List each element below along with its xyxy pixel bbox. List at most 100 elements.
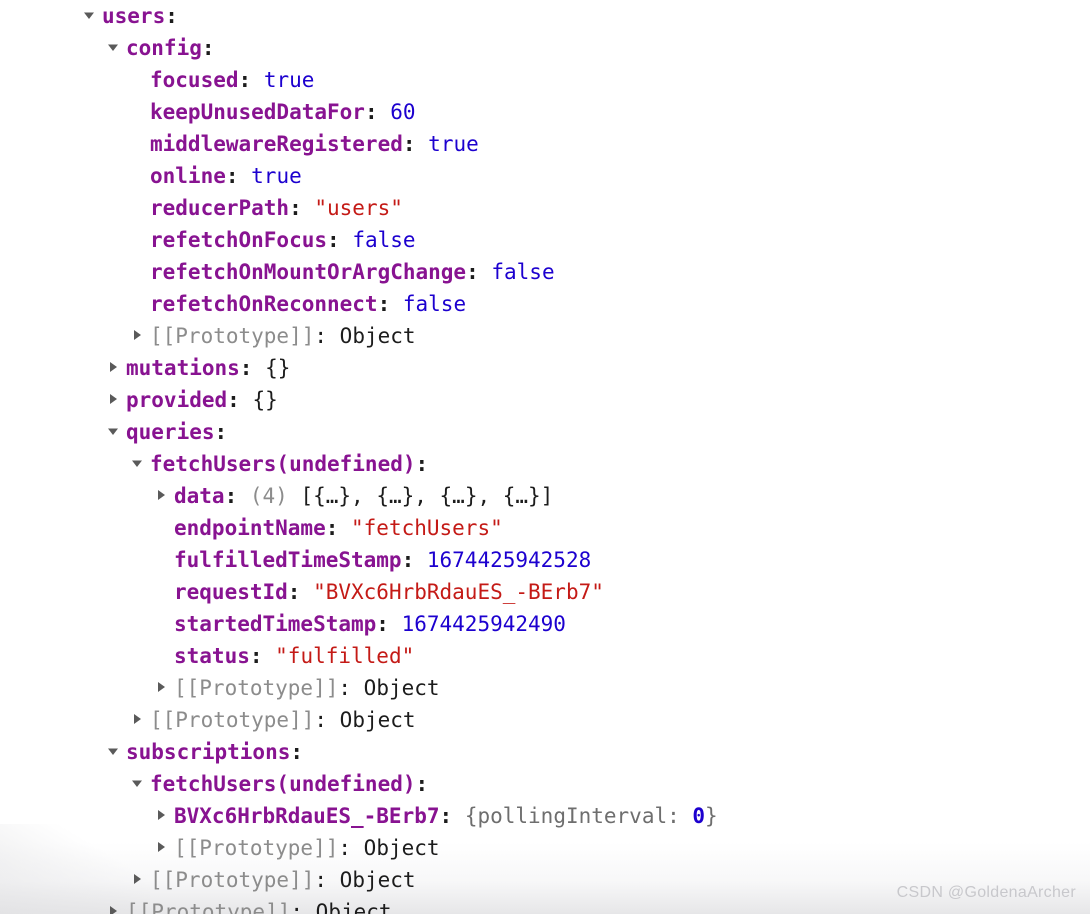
property-value-string: "users"	[314, 196, 403, 220]
object-preview-prefix: {pollingInterval:	[464, 804, 693, 828]
object-preview-value: 0	[692, 804, 706, 828]
tree-row-query-fetchUsers-prototype[interactable]: [[Prototype]]: Object	[0, 672, 1090, 704]
key-value-separator: :	[239, 356, 266, 380]
property-value-number: 1674425942490	[401, 612, 566, 636]
key-value-separator: :	[224, 484, 250, 508]
property-key: mutations	[126, 356, 240, 380]
tree-row-endpointName[interactable]: endpointName: "fetchUsers"	[0, 512, 1090, 544]
tree-row-middlewareRegistered[interactable]: middlewareRegistered: true	[0, 128, 1090, 160]
property-value-string: "BVXc6HrbRdauES_-BErb7"	[313, 580, 604, 604]
tree-row-subscriptions-fetchUsers-prototype[interactable]: [[Prototype]]: Object	[0, 832, 1090, 864]
triangle-right-icon[interactable]	[106, 360, 126, 374]
property-key: middlewareRegistered	[150, 132, 403, 156]
triangle-right-icon[interactable]	[154, 680, 174, 694]
triangle-right-icon[interactable]	[106, 904, 126, 914]
property-key: subscriptions	[126, 740, 291, 764]
tree-row-subscriptions-fetchUsers[interactable]: fetchUsers(undefined):	[0, 768, 1090, 800]
property-key: fetchUsers(undefined)	[150, 452, 416, 476]
key-value-separator: :	[287, 580, 314, 604]
tree-row-users[interactable]: users:	[0, 0, 1090, 32]
tree-row-online[interactable]: online: true	[0, 160, 1090, 192]
property-key: config	[126, 36, 202, 60]
key-value-separator: :	[338, 836, 364, 860]
property-key: endpointName	[174, 516, 326, 540]
triangle-down-icon[interactable]	[130, 456, 150, 470]
property-value-string: "fetchUsers"	[351, 516, 503, 540]
triangle-right-icon[interactable]	[106, 392, 126, 406]
prototype-label: [[Prototype]]	[174, 836, 339, 860]
key-value-separator: :	[314, 324, 340, 348]
tree-row-keepUnusedDataFor[interactable]: keepUnusedDataFor: 60	[0, 96, 1090, 128]
tree-row-refetchOnReconnect[interactable]: refetchOnReconnect: false	[0, 288, 1090, 320]
property-key: online	[150, 164, 226, 188]
property-key: refetchOnMountOrArgChange	[150, 260, 467, 284]
property-key: fulfilledTimeStamp	[174, 548, 402, 572]
tree-row-data[interactable]: data: (4) [{…}, {…}, {…}, {…}]	[0, 480, 1090, 512]
triangle-right-icon[interactable]	[154, 840, 174, 854]
tree-row-subscriptions[interactable]: subscriptions:	[0, 736, 1090, 768]
key-value-separator: :	[225, 164, 252, 188]
key-value-separator: :	[227, 388, 253, 412]
property-value-boolean: false	[491, 260, 555, 284]
property-value-boolean: true	[251, 164, 302, 188]
property-key: keepUnusedDataFor	[150, 100, 365, 124]
triangle-right-icon[interactable]	[130, 712, 150, 726]
key-value-separator: :	[165, 4, 178, 28]
property-value-object: Object	[339, 868, 416, 892]
watermark: CSDN @GoldenaArcher	[896, 884, 1076, 901]
property-key: queries	[126, 420, 215, 444]
key-value-separator: :	[325, 516, 352, 540]
key-value-separator: :	[439, 804, 465, 828]
tree-row-queries-prototype[interactable]: [[Prototype]]: Object	[0, 704, 1090, 736]
tree-row-config[interactable]: config:	[0, 32, 1090, 64]
triangle-right-icon[interactable]	[154, 808, 174, 822]
property-key: BVXc6HrbRdauES_-BErb7	[174, 804, 440, 828]
property-key: status	[174, 644, 250, 668]
tree-row-fulfilledTimeStamp[interactable]: fulfilledTimeStamp: 1674425942528	[0, 544, 1090, 576]
tree-row-refetchOnFocus[interactable]: refetchOnFocus: false	[0, 224, 1090, 256]
console-object-inspector: users: config: focused: true keepUnusedData…	[0, 0, 1090, 914]
property-key: focused	[150, 68, 239, 92]
key-value-separator: :	[290, 900, 316, 914]
prototype-label: [[Prototype]]	[174, 676, 339, 700]
tree-row-reducerPath[interactable]: reducerPath: "users"	[0, 192, 1090, 224]
array-preview[interactable]: [{…}, {…}, {…}, {…}]	[300, 484, 553, 508]
array-length-badge: (4)	[249, 484, 288, 508]
triangle-right-icon[interactable]	[130, 872, 150, 886]
property-value-boolean: true	[428, 132, 479, 156]
key-value-separator: :	[415, 772, 429, 796]
triangle-down-icon[interactable]	[106, 744, 126, 758]
property-value-boolean: false	[352, 228, 416, 252]
triangle-right-icon[interactable]	[154, 488, 174, 502]
tree-row-provided[interactable]: provided: {}	[0, 384, 1090, 416]
triangle-down-icon[interactable]	[106, 424, 126, 438]
tree-row-queries[interactable]: queries:	[0, 416, 1090, 448]
property-value-object: Object	[339, 324, 416, 348]
tree-row-requestId[interactable]: requestId: "BVXc6HrbRdauES_-BErb7"	[0, 576, 1090, 608]
tree-row-focused[interactable]: focused: true	[0, 64, 1090, 96]
tree-row-config-prototype[interactable]: [[Prototype]]: Object	[0, 320, 1090, 352]
key-value-separator: :	[376, 612, 402, 636]
key-value-separator: :	[314, 708, 340, 732]
triangle-right-icon[interactable]	[130, 328, 150, 342]
object-tree: users: config: focused: true keepUnusedData…	[0, 0, 1090, 914]
triangle-down-icon[interactable]	[130, 776, 150, 790]
tree-row-mutations[interactable]: mutations: {}	[0, 352, 1090, 384]
triangle-down-icon[interactable]	[106, 40, 126, 54]
tree-row-startedTimeStamp[interactable]: startedTimeStamp: 1674425942490	[0, 608, 1090, 640]
property-key: users	[102, 4, 166, 28]
tree-row-subscription-requestId[interactable]: BVXc6HrbRdauES_-BErb7: {pollingInterval:…	[0, 800, 1090, 832]
triangle-down-icon[interactable]	[82, 8, 102, 22]
tree-row-status[interactable]: status: "fulfilled"	[0, 640, 1090, 672]
property-value-boolean: true	[263, 68, 315, 92]
property-key: startedTimeStamp	[174, 612, 377, 636]
tree-row-refetchOnMountOrArgChange[interactable]: refetchOnMountOrArgChange: false	[0, 256, 1090, 288]
property-value-object: {}	[252, 388, 278, 412]
tree-row-queries-fetchUsers[interactable]: fetchUsers(undefined):	[0, 448, 1090, 480]
